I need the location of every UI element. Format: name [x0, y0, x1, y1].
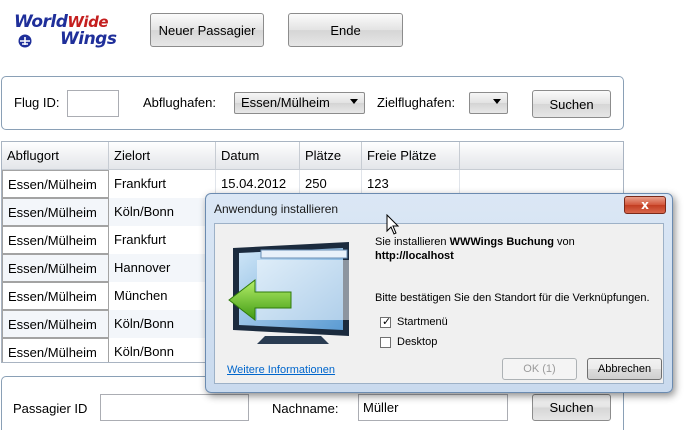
zielflughafen-label: Zielflughafen: [377, 95, 456, 110]
cell-abflugort[interactable]: Essen/Mülheim [2, 310, 109, 338]
zielflughafen-select[interactable] [469, 92, 508, 114]
column-header-datum[interactable]: Datum [216, 142, 300, 170]
cell-zielort[interactable]: München [109, 282, 216, 310]
abflughafen-label: Abflughafen: [143, 95, 217, 110]
cell-zielort[interactable]: Köln/Bonn [109, 338, 216, 362]
app-name: WWWings Buchung [449, 236, 554, 248]
cell-abflugort[interactable]: Essen/Mülheim [2, 338, 109, 362]
column-header-abflugort[interactable]: Abflugort [2, 142, 109, 170]
cell-zielort[interactable]: Köln/Bonn [109, 198, 216, 226]
cell-abflugort[interactable]: Essen/Mülheim [2, 226, 109, 254]
column-header-freie-plaetze[interactable]: Freie Plätze [362, 142, 460, 170]
worldwide-wings-logo: WorldWide Wings [14, 12, 134, 49]
startmenu-checkbox[interactable]: ✓ [380, 316, 392, 328]
install-dialog: Anwendung installieren x Sie installiere… [205, 193, 673, 393]
flight-search-panel: Flug ID: Abflughafen: Essen/Mülheim Ziel… [1, 76, 624, 130]
flug-id-input[interactable] [67, 90, 119, 117]
cell-abflugort[interactable]: Essen/Mülheim [2, 170, 109, 198]
logo-text-wings: Wings [60, 29, 117, 49]
cell-abflugort[interactable]: Essen/Mülheim [2, 254, 109, 282]
flight-search-button[interactable]: Suchen [532, 90, 611, 118]
install-monitor-icon [228, 242, 349, 344]
new-passenger-button[interactable]: Neuer Passagier [150, 13, 264, 47]
ok-button[interactable]: OK (1) [502, 358, 577, 380]
more-info-link[interactable]: Weitere Informationen [227, 364, 335, 376]
passagier-id-label: Passagier ID [13, 401, 88, 416]
close-button[interactable]: x [624, 196, 666, 214]
nachname-input[interactable]: Müller [358, 394, 508, 421]
desktop-label: Desktop [397, 336, 438, 348]
cell-zielort[interactable]: Köln/Bonn [109, 310, 216, 338]
install-message: Sie installieren WWWings Buchung von [375, 236, 575, 248]
install-source: http://localhost [375, 250, 454, 262]
cell-zielort[interactable]: Hannover [109, 254, 216, 282]
cell-abflugort[interactable]: Essen/Mülheim [2, 198, 109, 226]
column-header-plaetze[interactable]: Plätze [300, 142, 362, 170]
passenger-search-button[interactable]: Suchen [532, 394, 611, 421]
nachname-label: Nachname: [272, 401, 339, 416]
cell-zielort[interactable]: Frankfurt [109, 170, 216, 198]
mouse-cursor-icon [386, 214, 400, 235]
chevron-down-icon [350, 99, 358, 104]
confirm-message: Bitte bestätigen Sie den Standort für di… [375, 292, 650, 304]
dialog-title: Anwendung installieren [214, 202, 339, 216]
checkmark-icon: ✓ [382, 316, 392, 328]
flug-id-label: Flug ID: [14, 95, 60, 110]
close-icon: x [641, 198, 649, 212]
passagier-id-input[interactable] [100, 394, 249, 421]
dialog-content: Sie installieren WWWings Buchung von htt… [214, 223, 664, 384]
plane-logo-icon [18, 34, 32, 48]
cancel-button[interactable]: Abbrechen [587, 358, 662, 380]
startmenu-label: Startmenü [397, 316, 448, 328]
desktop-checkbox[interactable] [380, 337, 391, 348]
chevron-down-icon [493, 99, 501, 104]
abflughafen-value: Essen/Mülheim [241, 95, 330, 110]
cell-zielort[interactable]: Frankfurt [109, 226, 216, 254]
abflughafen-select[interactable]: Essen/Mülheim [234, 92, 365, 114]
column-header-zielort[interactable]: Zielort [109, 142, 216, 170]
cell-abflugort[interactable]: Essen/Mülheim [2, 282, 109, 310]
end-button[interactable]: Ende [288, 13, 403, 47]
table-header: Abflugort Zielort Datum Plätze Freie Plä… [2, 142, 623, 170]
